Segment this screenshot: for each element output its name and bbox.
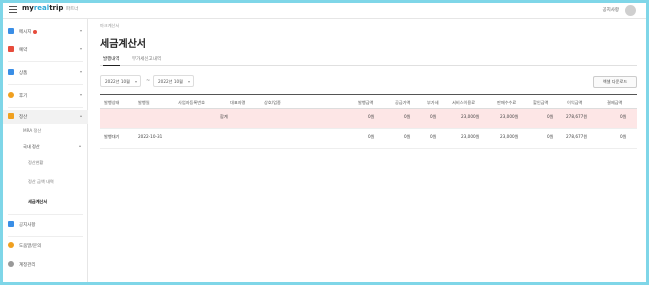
column-header[interactable]: 상호/업종 <box>264 100 281 106</box>
divider <box>8 236 83 237</box>
sidebar-sub-domestic[interactable]: 국내 정산 <box>23 144 40 150</box>
divider <box>8 61 83 62</box>
settlement-icon <box>8 113 14 119</box>
column-header[interactable]: 발행일 <box>138 100 150 106</box>
product-icon <box>8 69 14 75</box>
table-cell: 0원 <box>404 134 411 139</box>
excel-download-button[interactable]: 엑셀 다운로드 <box>593 76 637 88</box>
column-header[interactable]: 발행상태 <box>104 100 119 106</box>
tax-invoice-table: 발행상태 발행일 사업자등록번호 대표자명 상호/업종 발행금액 공급가액 부가… <box>100 94 637 149</box>
chevron-down-icon: ▾ <box>79 46 82 51</box>
table-cell: 0원 <box>430 134 437 139</box>
date-cell: 2022-10-31 <box>138 134 163 139</box>
sidebar-item-label: 계정관리 <box>19 263 36 268</box>
table-cell: 0원 <box>620 134 627 139</box>
column-header[interactable]: 공급가액 <box>395 100 410 106</box>
table-cell: 278,677원 <box>566 134 588 139</box>
sidebar-item-product[interactable]: 상품 ▾ <box>3 66 88 80</box>
sidebar-sub-tax-invoice[interactable]: 세금계산서 <box>28 199 47 205</box>
column-header[interactable]: 할인금액 <box>533 100 548 106</box>
chevron-up-icon: ▴ <box>79 113 82 118</box>
sidebar-item-review[interactable]: 후기 ▾ <box>3 89 88 103</box>
summary-label: 합계 <box>220 114 228 119</box>
sidebar-sub-amount[interactable]: 정산 금액 내역 <box>28 179 54 185</box>
table-cell: 0원 <box>547 114 554 119</box>
column-header[interactable]: 서비스이용료 <box>452 100 475 106</box>
sidebar-item-label: 정산 <box>19 115 28 120</box>
column-header[interactable]: 판매수수료 <box>497 100 516 106</box>
top-bar: myrealtrip 파트너 공지사항 <box>3 3 646 19</box>
range-separator: ~ <box>146 78 151 84</box>
column-header[interactable]: 사업자등록번호 <box>178 100 205 106</box>
divider <box>8 107 83 108</box>
sidebar-sub-status[interactable]: 정산현황 <box>28 160 43 166</box>
sidebar-item-label: 도움말/문의 <box>19 244 42 249</box>
sidebar-item-label: 상품 <box>19 71 28 76</box>
from-month-value: 2022년 10월 <box>105 79 131 84</box>
avatar[interactable] <box>625 5 636 16</box>
column-header[interactable]: 대표자명 <box>230 100 245 106</box>
table-cell: 0원 <box>404 114 411 119</box>
notification-dot <box>33 29 38 34</box>
table-cell: 278,677원 <box>566 114 588 119</box>
sidebar-item-label: 공지사항 <box>19 223 36 228</box>
chevron-down-icon: ▾ <box>187 79 190 84</box>
table-cell: 0원 <box>368 114 375 119</box>
table-cell: 0원 <box>368 134 375 139</box>
from-month-select[interactable]: 2022년 10월 ▾ <box>100 75 141 87</box>
chevron-down-icon: ▾ <box>79 92 82 97</box>
sidebar: 메시지 ▾ 예약 ▾ 상품 ▾ 후기 ▾ 정산 ▴ MRA 정산 국내 정산 ▴… <box>3 19 88 282</box>
table-cell: 23,000원 <box>500 134 519 139</box>
sidebar-item-help[interactable]: 도움말/문의 <box>3 239 88 253</box>
sidebar-item-account[interactable]: 계정관리 <box>3 258 88 272</box>
calendar-icon <box>8 46 14 52</box>
breadcrumb[interactable]: 마크계산서 <box>100 23 119 29</box>
sidebar-sub-mra[interactable]: MRA 정산 <box>23 128 41 134</box>
chevron-down-icon: ▾ <box>134 79 137 84</box>
tab-vat-report[interactable]: 부가세신고내역 <box>132 56 161 65</box>
sidebar-item-label: 후기 <box>19 94 28 99</box>
summary-row: 합계 0원 0원 0원 23,000원 23,000원 0원 278,677원 … <box>100 109 637 129</box>
tab-issued[interactable]: 발행내역 <box>103 56 120 66</box>
table-cell: 0원 <box>620 114 627 119</box>
to-month-select[interactable]: 2022년 10월 ▾ <box>153 75 194 87</box>
table-cell: 23,000원 <box>461 134 480 139</box>
column-header[interactable]: 결제금액 <box>607 100 622 106</box>
sidebar-item-label: 메시지 <box>19 30 32 35</box>
sidebar-item-settlement[interactable]: 정산 ▴ <box>3 110 88 124</box>
to-month-value: 2022년 10월 <box>158 79 184 84</box>
column-header[interactable]: 발행금액 <box>358 100 373 106</box>
chevron-down-icon: ▾ <box>79 69 82 74</box>
table-header: 발행상태 발행일 사업자등록번호 대표자명 상호/업종 발행금액 공급가액 부가… <box>100 94 637 109</box>
table-cell: 0원 <box>430 114 437 119</box>
sidebar-item-label: 예약 <box>19 48 28 53</box>
table-cell: 0원 <box>547 134 554 139</box>
sidebar-item-message[interactable]: 메시지 ▾ <box>3 25 88 39</box>
logo[interactable]: myrealtrip <box>22 4 63 12</box>
table-cell: 23,000원 <box>461 114 480 119</box>
help-icon <box>8 242 14 248</box>
chevron-down-icon: ▾ <box>79 28 82 33</box>
column-header[interactable]: 부가세 <box>427 100 439 106</box>
divider <box>8 214 83 215</box>
divider <box>8 84 83 85</box>
tab-bar: 발행내역 부가세신고내역 <box>100 56 637 66</box>
menu-icon[interactable] <box>9 6 17 13</box>
account-icon <box>8 261 14 267</box>
status-cell: 발행대기 <box>104 134 120 139</box>
megaphone-icon <box>8 221 14 227</box>
table-row[interactable]: 발행대기 2022-10-31 0원 0원 0원 23,000원 23,000원… <box>100 129 637 149</box>
notice-link[interactable]: 공지사항 <box>602 7 619 13</box>
sidebar-item-reservation[interactable]: 예약 ▾ <box>3 43 88 57</box>
table-cell: 23,000원 <box>500 114 519 119</box>
column-header[interactable]: 이익금액 <box>567 100 582 106</box>
review-icon <box>8 92 14 98</box>
partner-label: 파트너 <box>66 7 79 12</box>
page-title: 세금계산서 <box>100 39 146 50</box>
message-icon <box>8 28 14 34</box>
chevron-up-icon: ▴ <box>79 143 82 148</box>
sidebar-item-notice[interactable]: 공지사항 <box>3 218 88 232</box>
